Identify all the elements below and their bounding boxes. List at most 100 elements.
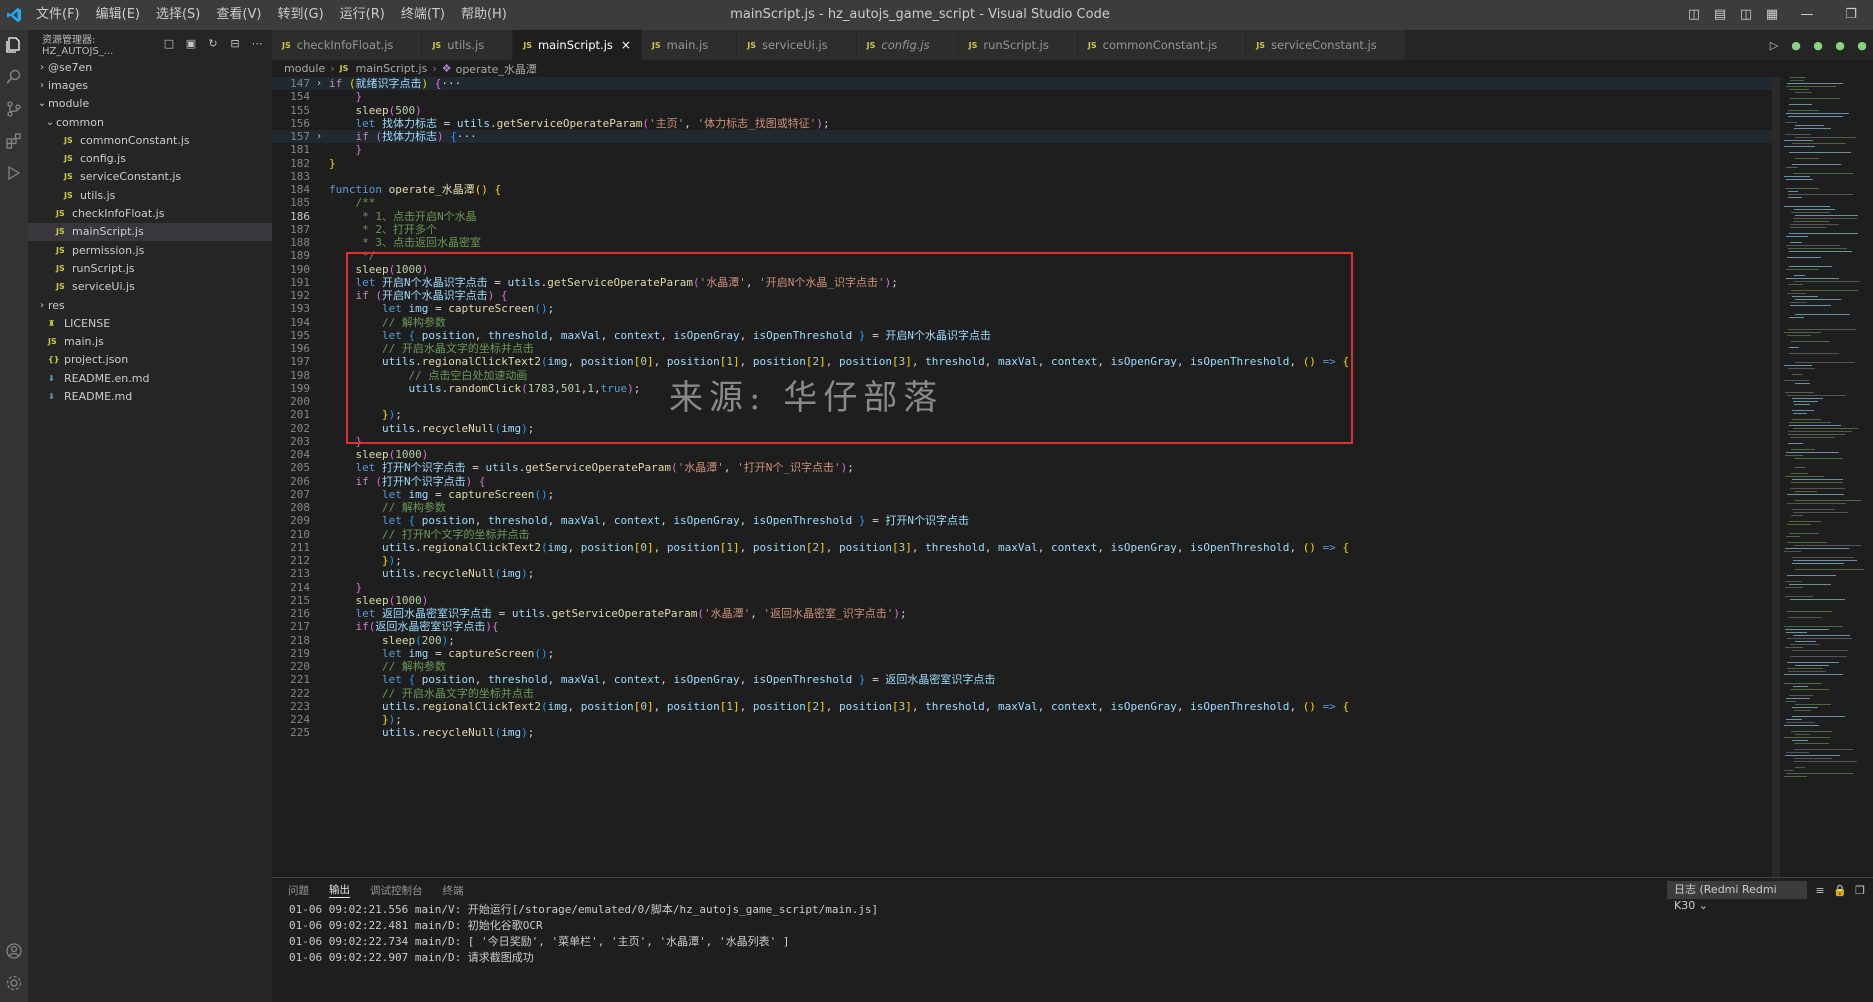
new-file-icon[interactable]: □ bbox=[162, 37, 176, 51]
line-number: 222 bbox=[290, 686, 310, 700]
toggle-panel-icon[interactable]: ▤ bbox=[1709, 0, 1731, 30]
code-token: = bbox=[428, 487, 449, 501]
tree-folder[interactable]: ⌄ module bbox=[28, 95, 272, 113]
tree-file[interactable]: JS serviceConstant.js bbox=[28, 168, 272, 186]
run-debug-icon[interactable] bbox=[3, 162, 25, 184]
lock-scroll-icon[interactable]: 🔒 bbox=[1833, 884, 1847, 897]
tree-file[interactable]: JS config.js bbox=[28, 149, 272, 167]
explorer-icon[interactable] bbox=[3, 34, 25, 56]
code-token: '打开N个_识字点击' bbox=[737, 461, 841, 475]
tree-file[interactable]: JS mainScript.js bbox=[28, 222, 272, 241]
code-token: getServiceOperateParam bbox=[551, 607, 698, 620]
copy-icon[interactable]: ❐ bbox=[1853, 884, 1867, 897]
log-line: 01-06 09:02:22.734 main/D: [ '今日奖励', '菜单… bbox=[289, 935, 790, 948]
minimap-line bbox=[1792, 296, 1818, 297]
run-icon[interactable]: ▷ bbox=[1763, 39, 1785, 52]
menu-item[interactable]: 运行(R) bbox=[332, 0, 393, 30]
tree-folder[interactable]: › @se7en bbox=[28, 58, 272, 76]
code-token: utils bbox=[381, 726, 416, 740]
tree-file[interactable]: JS checkInfoFloat.js bbox=[28, 204, 272, 222]
output-channel-select[interactable]: 日志 (Redmi Redmi K30 ⌄ bbox=[1667, 881, 1807, 912]
tree-file[interactable]: ⬇ README.md bbox=[28, 387, 272, 405]
tree-folder[interactable]: › res bbox=[28, 296, 272, 314]
autojs-stop-icon[interactable]: ● bbox=[1851, 39, 1873, 52]
panel-tab[interactable]: 调试控制台 bbox=[370, 883, 423, 898]
panel-tab[interactable]: 终端 bbox=[443, 883, 464, 898]
fold-chevron-icon[interactable]: › bbox=[316, 77, 322, 90]
toggle-secondary-sidebar-icon[interactable]: ◫ bbox=[1735, 0, 1757, 30]
code-token: // 打开N个文字的坐标并点击 bbox=[329, 527, 530, 541]
code-token: '主页' bbox=[648, 116, 685, 130]
fold-chevron-icon[interactable]: › bbox=[316, 130, 322, 143]
tab-config-js[interactable]: JS config.js bbox=[856, 30, 959, 60]
settings-gear-icon[interactable] bbox=[3, 972, 25, 994]
layout-icon[interactable]: ▦ bbox=[1761, 0, 1783, 30]
tab-serviceconstant-js[interactable]: JS serviceConstant.js bbox=[1246, 30, 1406, 60]
minimap-line bbox=[1788, 197, 1802, 198]
tree-file[interactable]: {} project.json bbox=[28, 351, 272, 369]
tree-file[interactable]: JS commonConstant.js bbox=[28, 131, 272, 149]
code-line: 214 } bbox=[272, 581, 1772, 594]
source-control-icon[interactable] bbox=[3, 98, 25, 120]
tab-main-js[interactable]: JS main.js bbox=[641, 30, 738, 60]
tree-file[interactable]: JS main.js bbox=[28, 332, 272, 350]
refresh-icon[interactable]: ↻ bbox=[206, 37, 220, 51]
tree-file[interactable]: ♜ LICENSE bbox=[28, 314, 272, 332]
code-line: 205 let 打开N个识字点击 = utils.getServiceOpera… bbox=[272, 461, 1772, 474]
clear-output-icon[interactable]: ≡ bbox=[1813, 884, 1827, 897]
tab-label: utils.js bbox=[447, 38, 485, 52]
panel-tab[interactable]: 问题 bbox=[288, 883, 309, 898]
code-token: 就绪识字点击 bbox=[355, 77, 422, 90]
autojs-run-icon[interactable]: ● bbox=[1785, 39, 1807, 52]
close-icon[interactable]: × bbox=[621, 38, 631, 52]
tab-label: checkInfoFloat.js bbox=[296, 38, 394, 52]
minimap-line bbox=[1790, 437, 1835, 438]
code-token: context bbox=[613, 673, 661, 687]
new-folder-icon[interactable]: ▣ bbox=[184, 37, 198, 51]
minimap-line bbox=[1788, 329, 1856, 330]
tab-utils-js[interactable]: JS utils.js bbox=[422, 30, 514, 60]
menu-item[interactable]: 查看(V) bbox=[208, 0, 269, 30]
menu-item[interactable]: 终端(T) bbox=[393, 0, 453, 30]
breadcrumb-file[interactable]: mainScript.js bbox=[356, 62, 428, 75]
tree-file[interactable]: JS runScript.js bbox=[28, 259, 272, 277]
menu-item[interactable]: 文件(F) bbox=[28, 0, 88, 30]
tab-runscript-js[interactable]: JS runScript.js bbox=[958, 30, 1078, 60]
account-icon[interactable] bbox=[3, 940, 25, 962]
panel-tab[interactable]: 输出 bbox=[329, 882, 350, 898]
tab-serviceui-js[interactable]: JS serviceUi.js bbox=[737, 30, 857, 60]
search-icon[interactable] bbox=[3, 66, 25, 88]
menu-item[interactable]: 帮助(H) bbox=[453, 0, 515, 30]
code-editor[interactable]: 225 utils.recycleNull(img); 224 }); 223 ut… bbox=[272, 77, 1772, 877]
restore-button[interactable]: ❐ bbox=[1831, 0, 1871, 30]
code-token: , bbox=[739, 673, 753, 687]
tree-file[interactable]: ⬇ README.en.md bbox=[28, 369, 272, 387]
tree-file[interactable]: JS permission.js bbox=[28, 241, 272, 259]
breadcrumb-symbol[interactable]: operate_水晶潭 bbox=[456, 61, 537, 77]
tree-file[interactable]: JS utils.js bbox=[28, 186, 272, 204]
editor-scrollbar[interactable] bbox=[1772, 77, 1780, 877]
tree-folder[interactable]: ⌄ common bbox=[28, 113, 272, 131]
tree-file[interactable]: JS serviceUi.js bbox=[28, 278, 272, 296]
minimap[interactable] bbox=[1780, 77, 1873, 877]
code-token: isOpenGray bbox=[673, 514, 740, 528]
tab-commonconstant-js[interactable]: JS commonConstant.js bbox=[1077, 30, 1247, 60]
breadcrumb-module[interactable]: module bbox=[284, 62, 325, 75]
more-actions-icon[interactable]: ⋯ bbox=[250, 37, 264, 51]
autojs-rerun-icon[interactable]: ● bbox=[1829, 39, 1851, 52]
minimize-button[interactable]: — bbox=[1787, 0, 1827, 30]
code-token: , bbox=[567, 540, 581, 554]
autojs-save-icon[interactable]: ● bbox=[1807, 39, 1829, 52]
tab-mainscript-js[interactable]: JS mainScript.js × bbox=[513, 30, 642, 60]
menu-item[interactable]: 转到(G) bbox=[269, 0, 331, 30]
collapse-all-icon[interactable]: ⊟ bbox=[228, 37, 242, 51]
menu-item[interactable]: 选择(S) bbox=[148, 0, 208, 30]
toggle-sidebar-icon[interactable]: ◫ bbox=[1683, 0, 1705, 30]
code-token: img bbox=[408, 487, 429, 501]
minimap-line bbox=[1784, 725, 1819, 726]
tree-folder[interactable]: › images bbox=[28, 76, 272, 94]
tab-checkinfofloat-js[interactable]: JS checkInfoFloat.js bbox=[272, 30, 423, 60]
extensions-icon[interactable] bbox=[3, 130, 25, 152]
code-token: , bbox=[1176, 699, 1191, 713]
menu-item[interactable]: 编辑(E) bbox=[88, 0, 148, 30]
